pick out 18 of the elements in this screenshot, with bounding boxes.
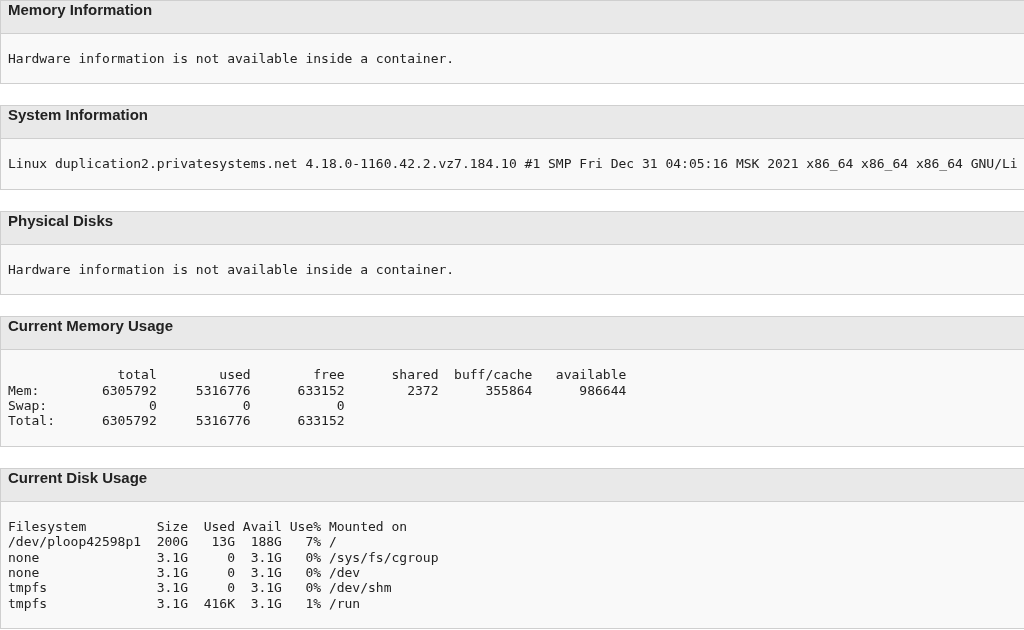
panel-title: Current Memory Usage xyxy=(1,317,1024,351)
output-line: /dev/ploop42598p1 200G 13G 188G 7% / xyxy=(8,534,337,550)
panel-title: System Information xyxy=(1,106,1024,140)
output-line: Filesystem Size Used Avail Use% Mounted on xyxy=(8,518,408,535)
panel-title: Current Disk Usage xyxy=(1,468,1024,502)
output-line: total used free shared buff/cache available xyxy=(116,367,627,383)
panel-title: Memory Information xyxy=(1,1,1024,34)
output-line: Swap: 0 0 0 xyxy=(8,398,345,414)
output-line: Mem: 6305792 5316776 633152 2372 355864 986644 xyxy=(8,382,627,399)
output-line: tmpfs 3.1G 0 3.1G 0% /dev/shm xyxy=(8,580,392,596)
panel-title: Physical Disks xyxy=(1,211,1024,245)
output-line: none 3.1G 0 3.1G 0% /sys/fs/cgroup xyxy=(8,549,439,566)
output-line: tmpfs 3.1G 416K 3.1G 1% /run xyxy=(8,595,361,612)
output-line: Total: 6305792 5316776 633152 xyxy=(8,413,345,429)
output-line: Hardware information is not available inside a container. xyxy=(8,261,455,278)
output-line: Linux duplication2.privatesystems.net 4.18.0-1160.42.2.vz7.184.10 #1 SMP Fri Dec 31 04:05:16 MSK 2021 x86_64 x86_64 x86_64 GNU/Li xyxy=(8,156,1018,172)
output-line: none 3.1G 0 3.1G 0% /dev xyxy=(8,565,361,581)
output-line: Hardware information is not available inside a container. xyxy=(8,51,455,67)
